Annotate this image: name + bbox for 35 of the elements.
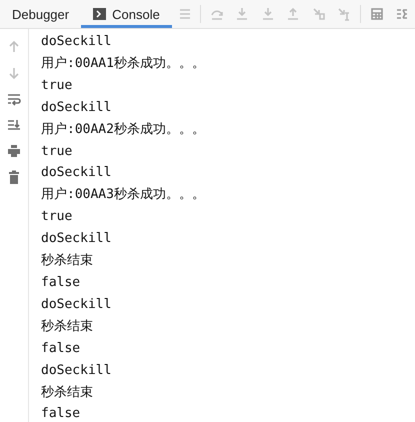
console-line: 秒杀结束	[41, 318, 94, 336]
step-into-icon	[260, 7, 275, 21]
step-out-icon	[286, 7, 300, 21]
console-line: true	[41, 208, 74, 226]
down-arrow-icon	[7, 66, 21, 80]
tab[interactable]: Console	[81, 0, 172, 28]
console-line: false	[41, 405, 82, 422]
trace-icon	[395, 7, 410, 21]
scroll-end-icon	[7, 118, 21, 132]
print-icon	[7, 144, 21, 158]
lines-icon	[178, 7, 192, 21]
console-line: 用户:00AA3秒杀成功。。。	[41, 186, 205, 204]
run-to-cursor-icon	[337, 7, 352, 21]
console-line: doSeckill	[41, 362, 112, 380]
console-line: 用户:00AA1秒杀成功。。。	[41, 54, 205, 73]
console-line: 用户:00AA2秒杀成功。。。	[41, 120, 205, 139]
console-line: doSeckill	[41, 230, 112, 248]
console-line: true	[41, 76, 74, 95]
up-arrow-icon	[7, 40, 21, 54]
tab[interactable]: Debugger	[0, 0, 82, 28]
console-line: doSeckill	[41, 33, 112, 51]
trash-icon	[7, 170, 21, 184]
console-icon	[93, 8, 106, 20]
console-line: doSeckill	[41, 164, 112, 182]
console-line: 秒杀结束	[41, 384, 94, 402]
step-into-icon	[235, 7, 250, 21]
console-line: doSeckill	[41, 296, 112, 314]
console-line: 秒杀结束	[41, 252, 94, 270]
console-line: false	[41, 340, 82, 358]
console-line: doSeckill	[41, 98, 112, 117]
wrap-icon	[7, 92, 21, 106]
calculator-icon	[370, 7, 384, 21]
console-line: false	[41, 274, 82, 292]
drop-frame-icon	[312, 7, 326, 21]
console-line: true	[41, 142, 74, 161]
